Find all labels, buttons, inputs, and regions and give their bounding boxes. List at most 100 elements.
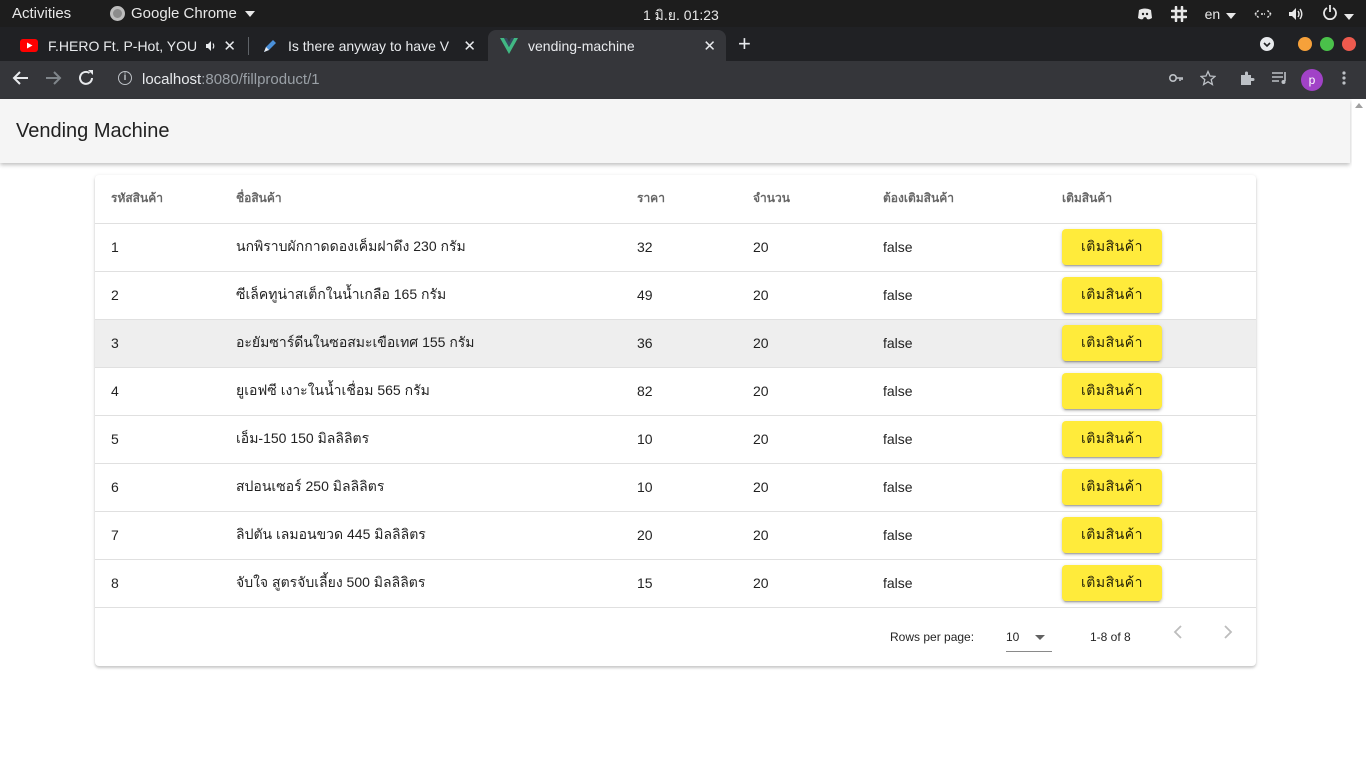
close-tab-icon[interactable]: ✕ bbox=[463, 37, 476, 55]
extensions-icon[interactable] bbox=[1239, 70, 1255, 91]
url-host: localhost bbox=[142, 71, 202, 88]
header-product-name[interactable]: ชื่อสินค้า bbox=[220, 175, 621, 224]
language-label: en bbox=[1204, 5, 1221, 22]
header-price[interactable]: ราคา bbox=[621, 175, 737, 224]
volume-icon[interactable] bbox=[1288, 6, 1304, 22]
media-control-icon[interactable] bbox=[1271, 70, 1289, 91]
table-row[interactable]: 2 ซีเล็คทูน่าสเต็กในน้ำเกลือ 165 กรัม 49… bbox=[95, 271, 1256, 320]
cell-qty: 20 bbox=[737, 415, 867, 464]
clock[interactable]: 1 มิ.ย. 01:23 bbox=[643, 5, 719, 27]
refill-button[interactable]: เติมสินค้า bbox=[1062, 517, 1162, 553]
refill-button[interactable]: เติมสินค้า bbox=[1062, 373, 1162, 409]
address-bar[interactable]: i localhost:8080/fillproduct/1 bbox=[106, 65, 1226, 95]
cell-name: ยูเอฟซี เงาะในน้ำเชื่อม 565 กรัม bbox=[220, 367, 621, 416]
refill-button[interactable]: เติมสินค้า bbox=[1062, 229, 1162, 265]
cell-qty: 20 bbox=[737, 559, 867, 608]
cell-name: อะยัมซาร์ดีนในซอสมะเขือเทศ 155 กรัม bbox=[220, 319, 621, 368]
cell-id: 8 bbox=[95, 559, 220, 608]
cell-action: เติมสินค้า bbox=[1046, 415, 1256, 464]
bookmark-star-icon[interactable] bbox=[1199, 69, 1217, 91]
cell-price: 10 bbox=[621, 463, 737, 512]
table-row[interactable]: 5 เอ็ม-150 150 มิลลิลิตร 10 20 false เติ… bbox=[95, 415, 1256, 464]
cell-qty: 20 bbox=[737, 463, 867, 512]
new-tab-button[interactable]: + bbox=[738, 31, 751, 57]
url-text[interactable]: localhost:8080/fillproduct/1 bbox=[142, 71, 320, 88]
minimize-button[interactable] bbox=[1298, 37, 1312, 51]
table-pagination: Rows per page: 10 1-8 of 8 bbox=[95, 607, 1256, 666]
arrow-right-icon bbox=[46, 71, 62, 85]
close-tab-icon[interactable]: ✕ bbox=[703, 37, 716, 55]
language-indicator[interactable]: en bbox=[1204, 5, 1237, 22]
chevron-left-icon bbox=[1173, 625, 1182, 639]
cell-qty: 20 bbox=[737, 271, 867, 320]
app-menu[interactable]: Google Chrome bbox=[110, 5, 255, 22]
cell-price: 49 bbox=[621, 271, 737, 320]
power-menu[interactable] bbox=[1322, 4, 1354, 23]
forward-button[interactable] bbox=[44, 69, 62, 93]
key-icon[interactable] bbox=[1168, 70, 1184, 91]
table-row[interactable]: 3 อะยัมซาร์ดีนในซอสมะเขือเทศ 155 กรัม 36… bbox=[95, 319, 1256, 368]
close-window-button[interactable] bbox=[1342, 37, 1356, 51]
header-refill-action: เติมสินค้า bbox=[1046, 175, 1256, 224]
page-scrollbar[interactable] bbox=[1352, 99, 1366, 768]
tab-youtube[interactable]: F.HERO Ft. P-Hot, YOU ✕ bbox=[8, 30, 246, 61]
prev-page-button[interactable] bbox=[1173, 624, 1183, 644]
reload-button[interactable] bbox=[77, 69, 95, 93]
activities-button[interactable]: Activities bbox=[12, 5, 71, 22]
cell-action: เติมสินค้า bbox=[1046, 559, 1256, 608]
tab-stackoverflow[interactable]: Is there anyway to have V ✕ bbox=[250, 30, 486, 61]
cell-need-refill: false bbox=[867, 319, 1046, 368]
table-row[interactable]: 6 สปอนเซอร์ 250 มิลลิลิตร 10 20 false เต… bbox=[95, 463, 1256, 512]
tab-search-icon[interactable] bbox=[1260, 37, 1274, 51]
cell-name: สปอนเซอร์ 250 มิลลิลิตร bbox=[220, 463, 621, 512]
refill-button[interactable]: เติมสินค้า bbox=[1062, 277, 1162, 313]
speaker-icon[interactable] bbox=[205, 40, 217, 52]
rows-per-page-select[interactable]: 10 bbox=[1006, 621, 1052, 652]
tab-title: F.HERO Ft. P-Hot, YOU bbox=[48, 37, 198, 54]
refill-button[interactable]: เติมสินค้า bbox=[1062, 565, 1162, 601]
cell-need-refill: false bbox=[867, 223, 1046, 272]
cell-action: เติมสินค้า bbox=[1046, 271, 1256, 320]
cell-action: เติมสินค้า bbox=[1046, 367, 1256, 416]
cell-price: 20 bbox=[621, 511, 737, 560]
dropdown-arrow-icon bbox=[1035, 635, 1045, 640]
network-icon[interactable] bbox=[1254, 6, 1272, 22]
cell-id: 3 bbox=[95, 319, 220, 368]
cell-id: 5 bbox=[95, 415, 220, 464]
scroll-up-icon[interactable] bbox=[1355, 103, 1363, 108]
profile-avatar[interactable]: p bbox=[1301, 69, 1323, 91]
more-menu-icon[interactable] bbox=[1341, 70, 1347, 91]
maximize-button[interactable] bbox=[1320, 37, 1334, 51]
chevron-down-icon bbox=[1226, 12, 1237, 19]
system-tray[interactable]: en bbox=[1137, 4, 1354, 23]
refill-button[interactable]: เติมสินค้า bbox=[1062, 421, 1162, 457]
tab-vending-machine[interactable]: vending-machine ✕ bbox=[488, 30, 726, 61]
youtube-icon bbox=[20, 38, 38, 52]
cell-need-refill: false bbox=[867, 559, 1046, 608]
next-page-button[interactable] bbox=[1223, 624, 1233, 644]
table-row[interactable]: 7 ลิปตัน เลมอนขวด 445 มิลลิลิตร 20 20 fa… bbox=[95, 511, 1256, 560]
page-range-text: 1-8 of 8 bbox=[1090, 630, 1131, 644]
close-tab-icon[interactable]: ✕ bbox=[223, 37, 236, 55]
info-icon[interactable]: i bbox=[118, 71, 132, 85]
header-product-id[interactable]: รหัสสินค้า bbox=[95, 175, 220, 224]
slack-icon[interactable] bbox=[1170, 5, 1187, 22]
table-row[interactable]: 1 นกพิราบผักกาดดองเค็มฝาดึง 230 กรัม 32 … bbox=[95, 223, 1256, 272]
refill-button[interactable]: เติมสินค้า bbox=[1062, 469, 1162, 505]
cell-price: 10 bbox=[621, 415, 737, 464]
refill-button[interactable]: เติมสินค้า bbox=[1062, 325, 1162, 361]
header-need-refill[interactable]: ต้องเติมสินค้า bbox=[867, 175, 1046, 224]
app-menu-label: Google Chrome bbox=[131, 5, 237, 22]
cell-need-refill: false bbox=[867, 463, 1046, 512]
discord-icon[interactable] bbox=[1137, 6, 1153, 22]
tab-title: Is there anyway to have V bbox=[288, 37, 450, 54]
cell-need-refill: false bbox=[867, 367, 1046, 416]
table-row[interactable]: 4 ยูเอฟซี เงาะในน้ำเชื่อม 565 กรัม 82 20… bbox=[95, 367, 1256, 416]
tab-title: vending-machine bbox=[528, 37, 635, 54]
system-top-bar: Activities Google Chrome 1 มิ.ย. 01:23 e… bbox=[0, 0, 1366, 27]
table-header-row: รหัสสินค้า ชื่อสินค้า ราคา จำนวน ต้องเติ… bbox=[95, 175, 1256, 224]
header-quantity[interactable]: จำนวน bbox=[737, 175, 867, 224]
back-button[interactable] bbox=[12, 69, 30, 93]
table-row[interactable]: 8 จับใจ สูตรจับเลี้ยง 500 มิลลิลิตร 15 2… bbox=[95, 559, 1256, 608]
rows-per-page-label: Rows per page: bbox=[890, 630, 975, 644]
